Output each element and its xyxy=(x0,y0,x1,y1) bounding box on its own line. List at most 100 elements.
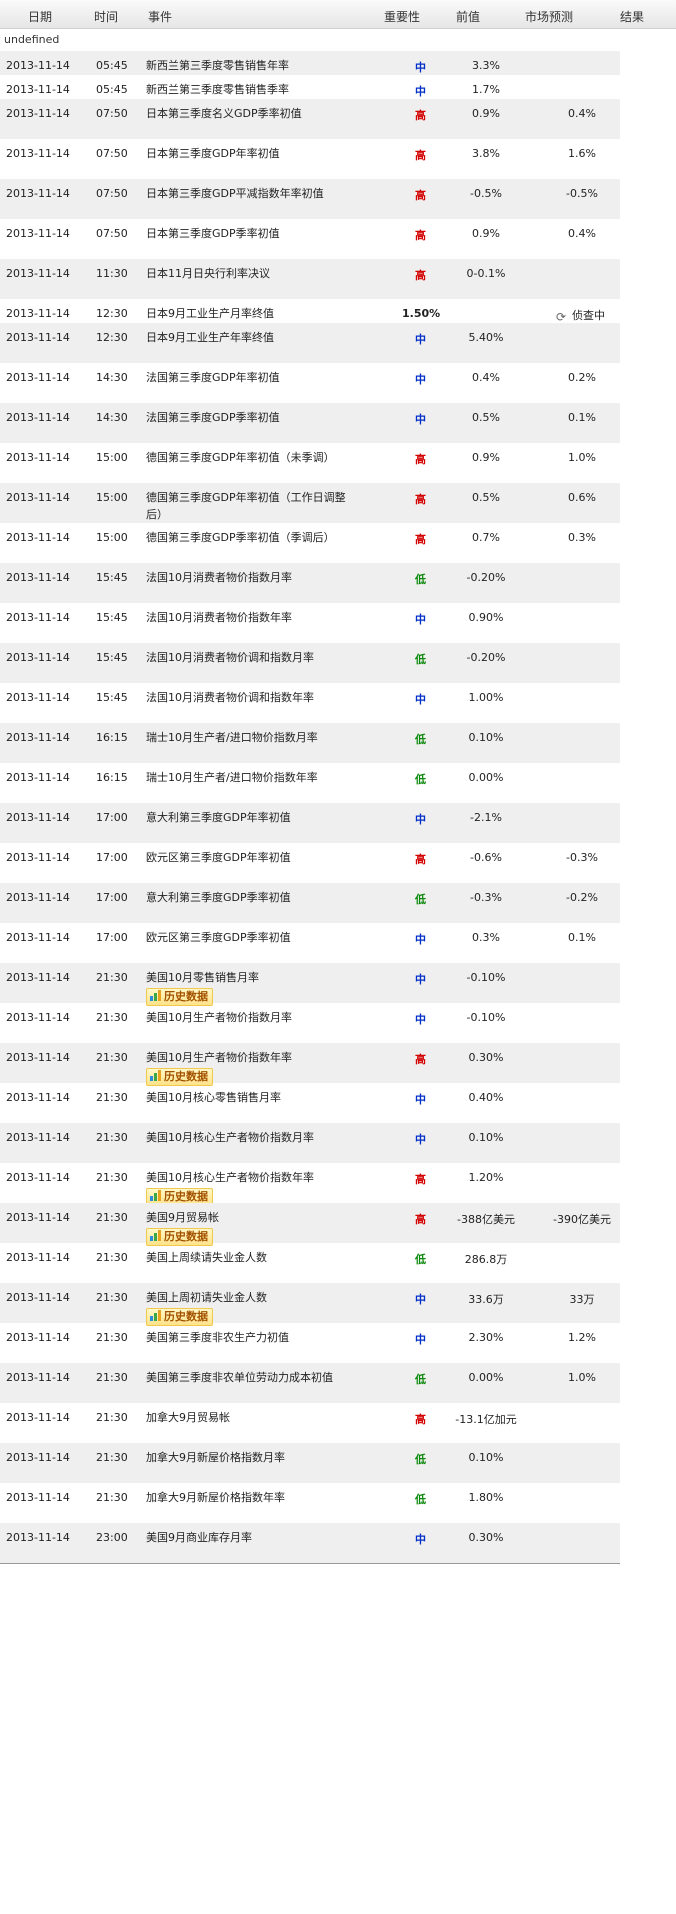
row-previous-value: 3.8% xyxy=(472,147,500,160)
row-time: 21:30 xyxy=(96,971,128,984)
table-row: 2013-11-14 17:00 欧元区第三季度GDP季率初值 中 0.3% 0.1% xyxy=(0,923,620,963)
row-date: 2013-11-14 xyxy=(6,1451,70,1464)
row-previous-value: 0.00% xyxy=(468,1371,504,1384)
row-forecast-value: 0.1% xyxy=(568,931,596,944)
history-data-label: 历史数据 xyxy=(164,1230,208,1243)
row-previous-value: -0.6% xyxy=(470,851,502,864)
economic-calendar: 日期 时间 事件 重要性 前值 市场预测 结果 undefined 2013-1… xyxy=(0,0,676,1564)
row-time: 21:30 xyxy=(96,1091,128,1104)
row-forecast-value: 0.1% xyxy=(568,411,596,424)
importance-badge: 低 xyxy=(415,1253,426,1266)
row-event: 美国10月生产者物价指数年率 历史数据 xyxy=(146,1049,346,1086)
bar-chart-icon xyxy=(150,1070,161,1081)
row-previous-value: 0.30% xyxy=(468,1531,504,1544)
row-event: 美国第三季度非农生产力初值 xyxy=(146,1329,346,1346)
row-previous-value: 33.6万 xyxy=(468,1293,504,1306)
row-forecast-value: -0.5% xyxy=(566,187,598,200)
row-event: 法国10月消费者物价指数年率 xyxy=(146,609,346,626)
row-event: 美国上周初请失业金人数 历史数据 xyxy=(146,1289,346,1326)
row-previous-value: -0.20% xyxy=(466,651,506,664)
header-time: 时间 xyxy=(94,10,119,24)
row-event: 日本11月日央行利率决议 xyxy=(146,265,346,282)
row-date: 2013-11-14 xyxy=(6,147,70,160)
row-previous-value: -0.10% xyxy=(466,971,506,984)
row-forecast-value: 0.6% xyxy=(568,491,596,504)
row-date: 2013-11-14 xyxy=(6,83,70,96)
table-row: 2013-11-14 15:00 德国第三季度GDP年率初值（未季调） 高 0.9% 1.… xyxy=(0,443,620,483)
table-row: 2013-11-14 15:45 法国10月消费者物价调和指数年率 中 1.00% xyxy=(0,683,620,723)
row-date: 2013-11-14 xyxy=(6,1411,70,1424)
row-event-text: 美国第三季度非农单位劳动力成本初值 xyxy=(146,1371,333,1384)
row-time: 07:50 xyxy=(96,147,128,160)
row-previous-value: 1.80% xyxy=(468,1491,504,1504)
row-event-text: 瑞士10月生产者/进口物价指数年率 xyxy=(146,771,318,784)
row-time: 11:30 xyxy=(96,267,128,280)
row-event: 日本第三季度GDP平减指数年率初值 xyxy=(146,185,346,202)
row-previous-value: -388亿美元 xyxy=(457,1213,515,1226)
row-time: 15:45 xyxy=(96,691,128,704)
importance-badge: 低 xyxy=(415,893,426,906)
header-event: 事件 xyxy=(148,10,173,24)
row-date: 2013-11-14 xyxy=(6,1131,70,1144)
table-row: 2013-11-14 16:15 瑞士10月生产者/进口物价指数月率 低 0.10% xyxy=(0,723,620,763)
row-date: 2013-11-14 xyxy=(6,187,70,200)
row-previous-value: 3.3% xyxy=(472,59,500,72)
importance-badge: 低 xyxy=(415,1453,426,1466)
row-event-text: 美国上周初请失业金人数 xyxy=(146,1291,267,1304)
table-row: 2013-11-14 21:30 美国10月核心生产者物价指数月率 中 0.10% xyxy=(0,1123,620,1163)
importance-badge: 低 xyxy=(415,1373,426,1386)
row-previous-value: -0.5% xyxy=(470,187,502,200)
table-row: 2013-11-14 11:30 日本11月日央行利率决议 高 0-0.1% xyxy=(0,259,620,299)
row-event-text: 德国第三季度GDP年率初值（工作日调整后） xyxy=(146,491,346,521)
row-previous-value: 0.3% xyxy=(472,931,500,944)
row-time: 05:45 xyxy=(96,83,128,96)
row-time: 14:30 xyxy=(96,371,128,384)
importance-badge: 高 xyxy=(415,269,426,282)
history-data-label: 历史数据 xyxy=(164,1190,208,1203)
row-previous-value: -2.1% xyxy=(470,811,502,824)
row-previous-value: 286.8万 xyxy=(464,1253,508,1266)
table-row: 2013-11-14 17:00 意大利第三季度GDP年率初值 中 -2.1% xyxy=(0,803,620,843)
importance-badge: 高 xyxy=(415,493,426,506)
header-importance: 重要性 xyxy=(384,10,421,24)
importance-badge: 1.50% xyxy=(402,307,441,320)
table-row: 2013-11-14 21:30 美国10月零售销售月率 历史数据 中 -0.10% xyxy=(0,963,620,1006)
row-event-text: 美国10月核心生产者物价指数年率 xyxy=(146,1171,314,1184)
row-event-text: 美国10月核心生产者物价指数月率 xyxy=(146,1131,314,1144)
row-time: 21:30 xyxy=(96,1051,128,1064)
row-forecast-value: 1.0% xyxy=(568,451,596,464)
row-date: 2013-11-14 xyxy=(6,651,70,664)
row-time: 17:00 xyxy=(96,851,128,864)
row-event: 日本9月工业生产年率终值 xyxy=(146,329,346,346)
row-time: 21:30 xyxy=(96,1331,128,1344)
row-event: 美国10月生产者物价指数月率 xyxy=(146,1009,346,1026)
row-time: 17:00 xyxy=(96,891,128,904)
row-previous-value: 1.7% xyxy=(472,83,500,96)
table-row: 2013-11-14 21:30 美国10月生产者物价指数年率 历史数据 高 0.30% xyxy=(0,1043,620,1086)
row-time: 12:30 xyxy=(96,331,128,344)
row-event: 加拿大9月新屋价格指数月率 xyxy=(146,1449,346,1466)
row-time: 05:45 xyxy=(96,59,128,72)
row-event: 法国10月消费者物价调和指数月率 xyxy=(146,649,346,666)
row-forecast-value: 1.0% xyxy=(568,1371,596,1384)
event-list: 2013-11-14 05:45 新西兰第三季度零售销售年率中 3.3% 2013-11… xyxy=(0,51,676,1563)
row-event-text: 德国第三季度GDP年率初值（未季调） xyxy=(146,451,335,464)
undefined-label: undefined xyxy=(4,33,60,46)
table-row: 2013-11-14 07:50 日本第三季度GDP季率初值 高 0.9% 0.4% xyxy=(0,219,620,259)
row-time: 12:30 xyxy=(96,307,128,320)
row-event-text: 德国第三季度GDP季率初值（季调后） xyxy=(146,531,335,544)
history-data-label: 历史数据 xyxy=(164,1070,208,1083)
importance-badge: 中 xyxy=(415,373,426,386)
row-event-text: 美国10月核心零售销售月率 xyxy=(146,1091,281,1104)
row-forecast-value: 0.3% xyxy=(568,531,596,544)
importance-badge: 高 xyxy=(415,109,426,122)
table-row: 2013-11-14 15:00 德国第三季度GDP季率初值（季调后） 高 0.7% 0.… xyxy=(0,523,620,563)
table-row: 2013-11-14 21:30 美国9月贸易帐 历史数据 高 -388亿美元 -390亿美… xyxy=(0,1203,620,1246)
row-event-text: 加拿大9月新屋价格指数年率 xyxy=(146,1491,285,1504)
row-forecast-value: 1.6% xyxy=(568,147,596,160)
row-date: 2013-11-14 xyxy=(6,771,70,784)
row-date: 2013-11-14 xyxy=(6,451,70,464)
table-row: 2013-11-14 21:30 美国上周初请失业金人数 历史数据 中 33.6万 33万 xyxy=(0,1283,620,1326)
row-event-text: 日本第三季度GDP平减指数年率初值 xyxy=(146,187,324,200)
row-forecast-value: -390亿美元 xyxy=(553,1213,611,1226)
